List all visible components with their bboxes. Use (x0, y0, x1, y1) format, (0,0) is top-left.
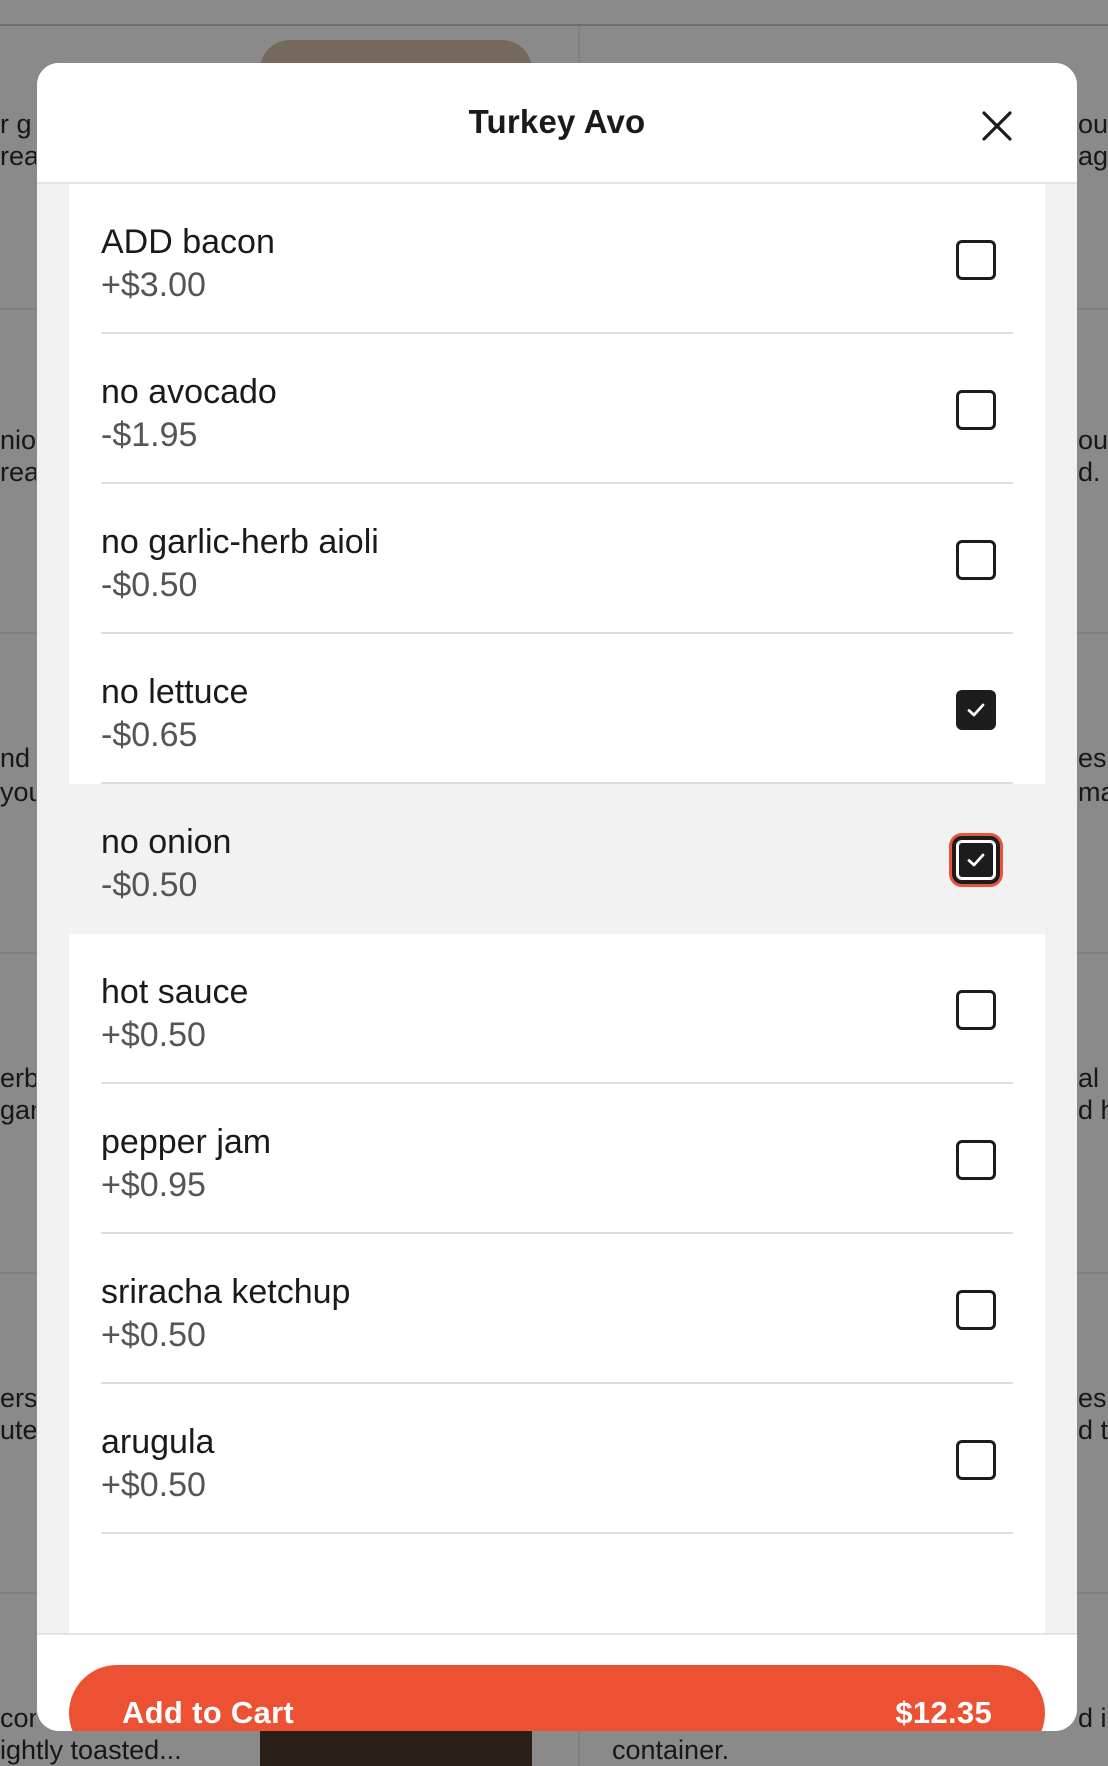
option-checkbox[interactable] (956, 540, 996, 580)
option-name: ADD bacon (101, 223, 275, 261)
options-list: ADD bacon +$3.00 no avocado -$1.95 no garlic… (69, 184, 1045, 1633)
option-name: arugula (101, 1423, 215, 1461)
modal-header: Turkey Avo (37, 63, 1077, 184)
close-icon (982, 111, 1012, 141)
item-customization-modal: Turkey Avo ADD bacon +$3.00 no avocado -$1.… (37, 63, 1077, 1731)
option-checkbox[interactable] (956, 1140, 996, 1180)
option-name: hot sauce (101, 973, 249, 1011)
option-row[interactable]: no onion -$0.50 (69, 784, 1045, 934)
option-checkbox[interactable] (956, 840, 996, 880)
option-price: +$3.00 (101, 266, 206, 304)
modal-scroll-body[interactable]: ADD bacon +$3.00 no avocado -$1.95 no garlic… (37, 184, 1077, 1633)
checkmark-icon (967, 853, 985, 867)
option-row[interactable]: arugula +$0.50 (69, 1384, 1045, 1534)
option-name: no onion (101, 823, 232, 861)
option-row[interactable]: ADD bacon +$3.00 (69, 184, 1045, 334)
option-price: +$0.50 (101, 1316, 206, 1354)
option-checkbox[interactable] (956, 390, 996, 430)
option-row[interactable]: hot sauce +$0.50 (69, 934, 1045, 1084)
option-divider (101, 1532, 1013, 1534)
modal-title: Turkey Avo (468, 103, 646, 140)
option-price: -$1.95 (101, 416, 198, 454)
close-button[interactable] (972, 101, 1022, 151)
option-row[interactable]: no lettuce -$0.65 (69, 634, 1045, 784)
option-price: +$0.95 (101, 1166, 206, 1204)
option-checkbox[interactable] (956, 1440, 996, 1480)
option-row[interactable]: pepper jam +$0.95 (69, 1084, 1045, 1234)
checkmark-icon (967, 703, 985, 717)
option-name: no garlic-herb aioli (101, 523, 379, 561)
cart-total-price: $12.35 (895, 1695, 992, 1730)
add-to-cart-label: Add to Cart (122, 1695, 295, 1730)
option-name: pepper jam (101, 1123, 272, 1161)
option-price: -$0.65 (101, 716, 198, 754)
option-row[interactable]: no avocado -$1.95 (69, 334, 1045, 484)
option-price: -$0.50 (101, 566, 198, 604)
option-checkbox[interactable] (956, 990, 996, 1030)
option-price: +$0.50 (101, 1016, 206, 1054)
option-name: sriracha ketchup (101, 1273, 351, 1311)
add-to-cart-button[interactable]: Add to Cart $12.35 (69, 1665, 1045, 1731)
option-row[interactable]: sriracha ketchup +$0.50 (69, 1234, 1045, 1384)
option-checkbox[interactable] (956, 690, 996, 730)
option-checkbox[interactable] (956, 240, 996, 280)
option-price: +$0.50 (101, 1466, 206, 1504)
option-name: no avocado (101, 373, 277, 411)
option-price: -$0.50 (101, 866, 198, 904)
modal-footer: Add to Cart $12.35 (37, 1633, 1077, 1731)
option-checkbox[interactable] (956, 1290, 996, 1330)
option-row[interactable]: no garlic-herb aioli -$0.50 (69, 484, 1045, 634)
option-name: no lettuce (101, 673, 249, 711)
